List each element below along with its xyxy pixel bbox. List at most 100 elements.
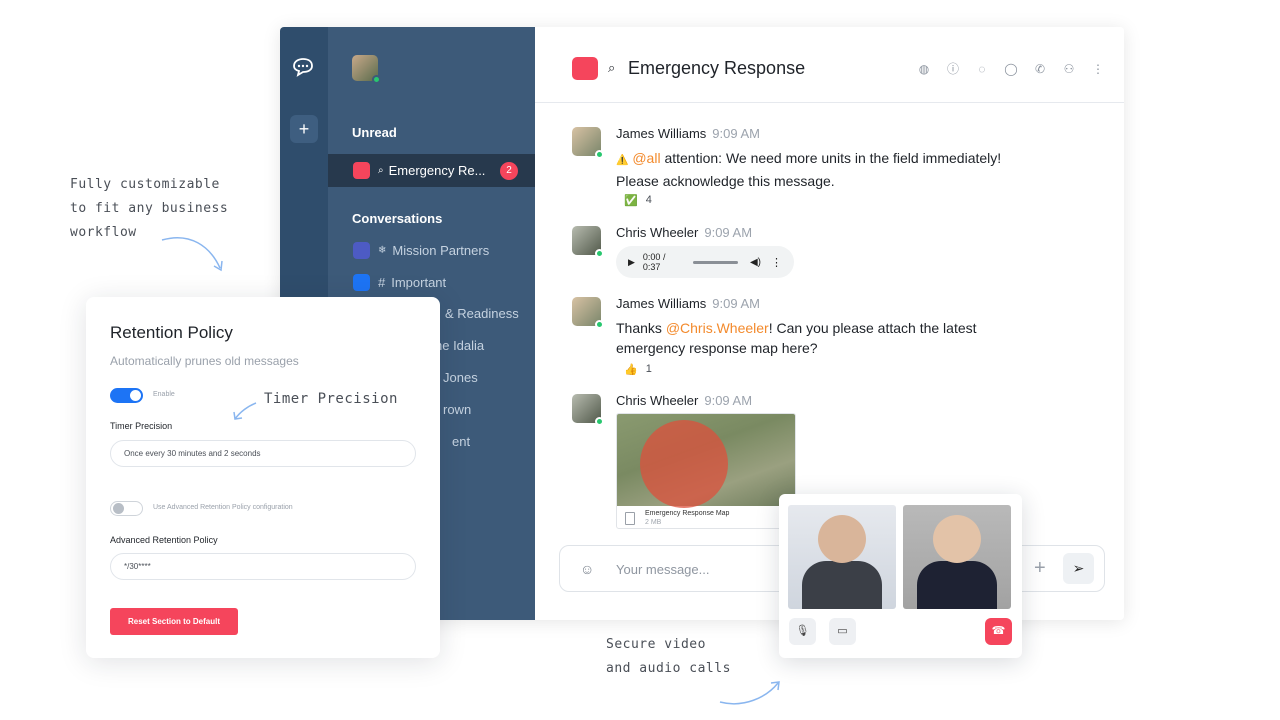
status-online-dot — [595, 320, 604, 329]
message-time: 9:09 AM — [704, 393, 753, 408]
enable-toggle[interactable] — [110, 388, 143, 403]
kebab-icon[interactable]: ⋮ — [771, 256, 782, 269]
reset-section-button[interactable]: Reset Section to Default — [110, 608, 238, 635]
avatar[interactable] — [572, 226, 604, 258]
avatar[interactable] — [572, 127, 604, 159]
smiley-icon[interactable]: ☺ — [580, 561, 594, 577]
sidebar-item-emergency-response[interactable]: ⌕ Emergency Re... 2 — [328, 154, 535, 187]
message-author[interactable]: Chris Wheeler — [616, 393, 698, 408]
video-call-card: 🎙 ▭ ☎ — [779, 494, 1022, 658]
room-avatar — [572, 57, 598, 80]
sidebar-item-label: & Readiness — [445, 306, 519, 321]
status-online-dot — [595, 249, 604, 258]
kebab-icon[interactable]: ⋮ — [1090, 61, 1106, 77]
mention[interactable]: @Chris.Wheeler — [666, 320, 769, 336]
message-header: James Williams 9:09 AM — [616, 296, 760, 311]
message-header: Chris Wheeler 9:09 AM — [616, 393, 752, 408]
phone-icon[interactable]: ✆ — [1032, 61, 1048, 77]
check-emoji-icon: ✅ — [624, 194, 638, 207]
message-header: James Williams 9:09 AM — [616, 126, 760, 141]
sidebar-item-label: ent — [452, 434, 471, 449]
card-title: Retention Policy — [110, 323, 233, 342]
timer-precision-label: Timer Precision — [110, 421, 173, 431]
status-online-dot — [372, 75, 381, 84]
mention[interactable]: @all — [632, 150, 660, 166]
sidebar-item-label: rown — [443, 402, 472, 417]
sidebar-item-important[interactable]: # Important — [328, 266, 535, 299]
sidebar-item-label: Jones — [443, 370, 478, 385]
warning-icon: ⚠️ — [616, 155, 629, 166]
timer-precision-select[interactable]: Once every 30 minutes and 2 seconds — [110, 440, 416, 467]
unread-heading: Unread — [352, 125, 397, 140]
message-time: 9:09 AM — [712, 126, 760, 141]
toggle-knob — [113, 503, 124, 514]
marketing-stage: Fully customizable to fit any business w… — [0, 0, 1280, 720]
mic-off-icon[interactable]: 🎙 — [789, 618, 816, 645]
channel-hash-icon: # — [378, 275, 386, 290]
attachment-title[interactable]: Emergency Response Map — [645, 510, 729, 517]
plus-icon[interactable]: + — [1034, 557, 1046, 580]
audio-player[interactable]: ▶ 0:00 / 0:37 ◀) ⋮ — [616, 246, 794, 278]
map-attachment[interactable]: Emergency Response Map 2 MB — [616, 413, 796, 529]
message-body: Thanks @Chris.Wheeler! Can you please at… — [616, 318, 1046, 358]
avatar[interactable] — [572, 297, 604, 329]
user-avatar[interactable] — [352, 55, 381, 84]
participant-body — [802, 561, 882, 609]
message-author[interactable]: Chris Wheeler — [616, 225, 698, 240]
advanced-toggle-label: Use Advanced Retention Policy configurat… — [153, 504, 293, 511]
sidebar-item-mission-partners[interactable]: ❄ Mission Partners — [328, 234, 535, 267]
enable-label: Enable — [153, 391, 175, 398]
reaction-chip[interactable]: 👍 1 — [616, 359, 658, 379]
sidebar-item-label: Important — [391, 275, 447, 290]
status-online-dot — [595, 417, 604, 426]
status-online-dot — [595, 150, 604, 159]
message-author[interactable]: James Williams — [616, 126, 706, 141]
info-icon[interactable]: ⓘ — [945, 61, 961, 77]
camera-icon[interactable]: ▭ — [829, 618, 856, 645]
sidebar-item-label: Mission Partners — [392, 243, 490, 258]
arrow-icon — [719, 681, 780, 705]
play-icon[interactable]: ▶ — [628, 257, 635, 268]
participant-body — [917, 561, 997, 609]
advanced-toggle[interactable] — [110, 501, 143, 516]
room-header: ⌕ Emergency Response ◍ ⓘ ◌ ◯ ✆ ⚇ ⋮ — [535, 27, 1124, 103]
send-button[interactable]: ➢ — [1063, 553, 1094, 584]
chat-bubble-icon[interactable] — [291, 55, 315, 79]
participant-tile[interactable] — [788, 505, 896, 609]
discussion-icon: ⌕ — [608, 60, 616, 75]
discussion-icon[interactable]: ◯ — [1003, 61, 1019, 77]
reaction-chip[interactable]: ✅ 4 — [616, 190, 658, 210]
toggle-knob — [130, 390, 141, 401]
message-input[interactable]: Your message... — [616, 562, 709, 577]
participant-face — [933, 515, 981, 563]
message-text: Thanks — [616, 320, 666, 336]
map-image[interactable] — [617, 414, 795, 508]
retention-policy-card: Retention Policy Automatically prunes ol… — [86, 297, 440, 658]
globe-icon[interactable]: ◍ — [916, 61, 932, 77]
map-radius-area — [640, 420, 728, 508]
message-author[interactable]: James Williams — [616, 296, 706, 311]
discussion-icon: ⌕ — [378, 165, 384, 176]
members-icon[interactable]: ⚇ — [1061, 61, 1077, 77]
volume-icon[interactable]: ◀) — [750, 257, 761, 268]
room-avatar — [353, 162, 370, 179]
reaction-count: 4 — [645, 194, 652, 206]
sidebar-item-label: Emergency Re... — [388, 163, 486, 178]
audio-progress-bar[interactable] — [692, 260, 738, 264]
message-time: 9:09 AM — [704, 225, 753, 240]
arrow-icon — [233, 402, 257, 420]
message-header: Chris Wheeler 9:09 AM — [616, 225, 752, 240]
callout-timer-precision: Timer Precision — [264, 391, 398, 407]
message-body: ⚠️ @all attention: We need more units in… — [616, 148, 1046, 191]
audio-time: 0:00 / 0:37 — [642, 252, 666, 272]
participant-tile[interactable] — [903, 505, 1011, 609]
room-title: Emergency Response — [628, 58, 806, 78]
card-subtitle: Automatically prunes old messages — [110, 354, 299, 368]
threads-icon[interactable]: ◌ — [974, 61, 990, 77]
advanced-policy-input[interactable]: */30**** — [110, 553, 416, 580]
avatar[interactable] — [572, 394, 604, 426]
file-icon — [625, 511, 635, 525]
hangup-icon[interactable]: ☎ — [985, 618, 1012, 645]
add-workspace-button[interactable]: + — [290, 115, 318, 143]
reaction-count: 1 — [645, 363, 652, 375]
